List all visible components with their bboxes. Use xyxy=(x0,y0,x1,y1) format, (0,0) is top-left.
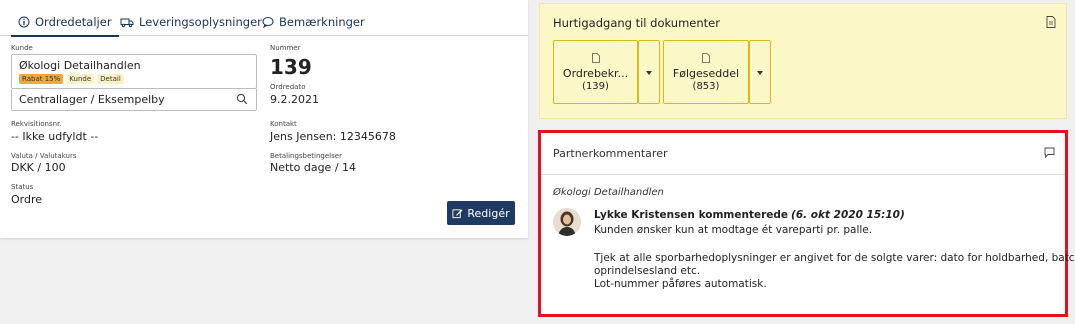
speech-bubble-icon xyxy=(262,17,274,28)
order-confirmation-button[interactable]: Ordrebekr... (139) xyxy=(553,40,638,104)
currency-value: DKK / 100 xyxy=(11,161,66,174)
requisition-value: -- Ikke udfyldt -- xyxy=(11,130,99,143)
partner-comments-card: Partnerkommentarer Økologi Detailhandlen… xyxy=(538,130,1075,317)
delivery-note-button[interactable]: Følgeseddel (853) xyxy=(663,40,749,104)
location-value: Centrallager / Eksempelby xyxy=(19,93,165,106)
tab-order-details[interactable]: Ordredetaljer xyxy=(11,8,119,37)
caret-down-icon xyxy=(757,71,763,75)
search-icon[interactable] xyxy=(236,93,248,105)
comment-line: Kunden ønsker kun at modtage ét varepart… xyxy=(594,224,873,236)
customer-field[interactable]: Økologi Detailhandlen Rabat 15% Kunde De… xyxy=(11,54,257,89)
tab-bar: Ordredetaljer Leveringsoplysninger Bemær… xyxy=(0,0,528,37)
delivery-note-dropdown[interactable] xyxy=(749,40,771,104)
edit-button[interactable]: Redigér xyxy=(447,201,515,225)
order-details-card: Ordredetaljer Leveringsoplysninger Bemær… xyxy=(0,0,528,238)
tab-delivery-info[interactable]: Leveringsoplysninger xyxy=(120,8,262,36)
caret-down-icon xyxy=(646,71,652,75)
comment-line: oprindelsesland etc. xyxy=(594,265,701,277)
comment-author-name: Lykke Kristensen kommenterede xyxy=(594,209,789,221)
requisition-label: Rekvisitionsnr. xyxy=(11,120,62,128)
quick-access-card: Hurtigadgang til dokumenter Ordrebekr...… xyxy=(539,3,1067,119)
customer-name: Økologi Detailhandlen xyxy=(19,59,141,72)
document-icon[interactable] xyxy=(1046,16,1056,28)
retail-badge: Detail xyxy=(97,74,124,84)
date-label: Ordredato xyxy=(270,83,306,91)
comment-author: Lykke Kristensen kommenterede (6. okt 202… xyxy=(594,209,905,221)
truck-icon xyxy=(120,18,134,28)
status-value: Ordre xyxy=(11,193,43,206)
currency-label: Valuta / Valutakurs xyxy=(11,152,77,160)
tab-order-details-label: Ordredetaljer xyxy=(35,14,112,29)
order-confirmation-dropdown[interactable] xyxy=(638,40,660,104)
payment-value: Netto dage / 14 xyxy=(270,161,357,174)
status-label: Status xyxy=(11,183,34,191)
comment-icon[interactable] xyxy=(1044,147,1055,158)
comment-line: Tjek at alle sporbarhedoplysninger er an… xyxy=(594,252,1075,264)
partner-comments-title: Partnerkommentarer xyxy=(553,147,668,160)
tab-remarks[interactable]: Bemærkninger xyxy=(262,8,365,36)
customer-type-badge: Kunde xyxy=(66,74,95,84)
delivery-note-count: (853) xyxy=(692,81,720,92)
partner-comments-header: Partnerkommentarer xyxy=(541,133,1065,175)
contact-value: Jens Jensen: 12345678 xyxy=(270,130,396,143)
avatar xyxy=(553,208,581,236)
discount-badge: Rabat 15% xyxy=(19,74,64,84)
tab-delivery-info-label: Leveringsoplysninger xyxy=(139,15,262,29)
order-confirmation-label: Ordrebekr... xyxy=(562,67,629,80)
order-confirmation-count: (139) xyxy=(582,81,609,92)
order-number: 139 xyxy=(270,55,312,79)
payment-label: Betalingsbetingelser xyxy=(270,152,342,160)
comment-date: (6. okt 2020 15:10) xyxy=(791,209,905,221)
delivery-note-label: Følgeseddel xyxy=(672,67,740,80)
customer-label: Kunde xyxy=(11,44,33,52)
contact-label: Kontakt xyxy=(270,120,297,128)
info-icon xyxy=(18,16,30,27)
customer-badges: Rabat 15% Kunde Detail xyxy=(19,74,124,84)
location-field[interactable]: Centrallager / Eksempelby xyxy=(11,89,257,111)
order-date: 9.2.2021 xyxy=(270,93,319,106)
partner-company: Økologi Detailhandlen xyxy=(553,187,664,198)
quick-access-title: Hurtigadgang til dokumenter xyxy=(553,16,720,30)
tab-remarks-label: Bemærkninger xyxy=(279,15,365,29)
pdf-icon xyxy=(702,53,710,63)
number-label: Nummer xyxy=(270,44,301,52)
edit-button-label: Redigér xyxy=(467,206,510,220)
edit-icon xyxy=(452,208,463,218)
pdf-icon xyxy=(591,53,600,63)
comment-line: Lot-nummer påføres automatisk. xyxy=(594,278,767,290)
